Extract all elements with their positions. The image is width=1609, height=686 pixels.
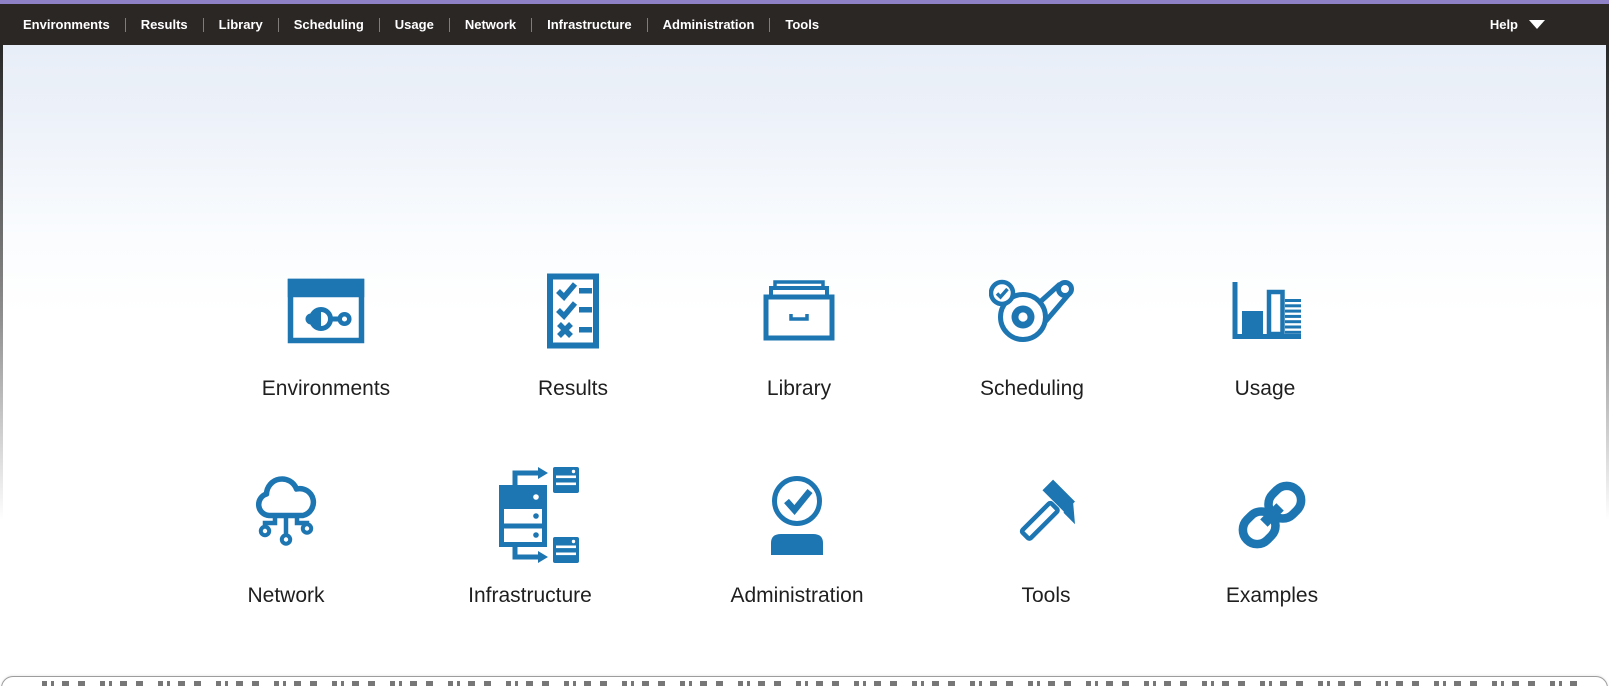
user-check-icon xyxy=(765,465,829,565)
tile-label: Usage xyxy=(1234,377,1296,400)
main-nav: Environments Results Library Scheduling … xyxy=(0,4,1609,45)
nav-item-tools[interactable]: Tools xyxy=(754,4,819,45)
footer-clipped-text xyxy=(42,681,1577,686)
tile-label: Results xyxy=(537,377,609,400)
tile-label: Administration xyxy=(730,584,864,607)
tile-network[interactable]: Network xyxy=(171,465,401,609)
app-window: Environments Results Library Scheduling … xyxy=(0,0,1609,686)
tile-environments[interactable]: Environments xyxy=(211,270,441,402)
pulley-clock-icon xyxy=(989,270,1075,352)
footer-bar xyxy=(1,676,1608,686)
tile-label: Library xyxy=(766,377,832,400)
tile-usage[interactable]: Usage xyxy=(1150,270,1380,402)
tile-label: Environments xyxy=(261,377,391,400)
chain-link-icon xyxy=(1232,465,1312,565)
tile-label: Scheduling xyxy=(980,377,1084,400)
servers-sync-icon xyxy=(479,465,581,565)
nav-item-network[interactable]: Network xyxy=(434,4,516,45)
nav-item-results[interactable]: Results xyxy=(110,4,188,45)
tile-examples[interactable]: Examples xyxy=(1157,465,1387,609)
checklist-icon xyxy=(546,270,600,352)
nav-item-library[interactable]: Library xyxy=(188,4,263,45)
help-label: Help xyxy=(1489,17,1518,32)
chevron-down-icon xyxy=(1529,20,1545,29)
help-menu[interactable]: Help xyxy=(1490,17,1545,32)
tile-label: Examples xyxy=(1225,584,1319,607)
cloud-network-icon xyxy=(252,465,320,565)
bar-chart-icon xyxy=(1227,270,1303,352)
tile-infrastructure[interactable]: Infrastructure xyxy=(415,465,645,609)
home-grid: Environments Results Library Scheduling … xyxy=(0,45,1609,686)
nav-item-infrastructure[interactable]: Infrastructure xyxy=(516,4,632,45)
tile-label: Infrastructure xyxy=(468,584,592,607)
tile-administration[interactable]: Administration xyxy=(682,465,912,609)
nav-menu: Environments Results Library Scheduling … xyxy=(0,4,819,45)
tile-label: Network xyxy=(247,584,325,607)
tile-results[interactable]: Results xyxy=(458,270,688,402)
nav-item-environments[interactable]: Environments xyxy=(23,4,110,45)
nav-item-administration[interactable]: Administration xyxy=(632,4,755,45)
hammer-icon xyxy=(1009,465,1083,565)
file-drawer-icon xyxy=(762,270,836,352)
tile-library[interactable]: Library xyxy=(684,270,914,402)
tile-scheduling[interactable]: Scheduling xyxy=(917,270,1147,402)
nav-item-usage[interactable]: Usage xyxy=(364,4,434,45)
left-edge-shade xyxy=(0,45,3,545)
nav-item-scheduling[interactable]: Scheduling xyxy=(263,4,364,45)
tile-label: Tools xyxy=(1021,584,1071,607)
app-window-nodes-icon xyxy=(287,270,365,352)
tile-tools[interactable]: Tools xyxy=(931,465,1161,609)
